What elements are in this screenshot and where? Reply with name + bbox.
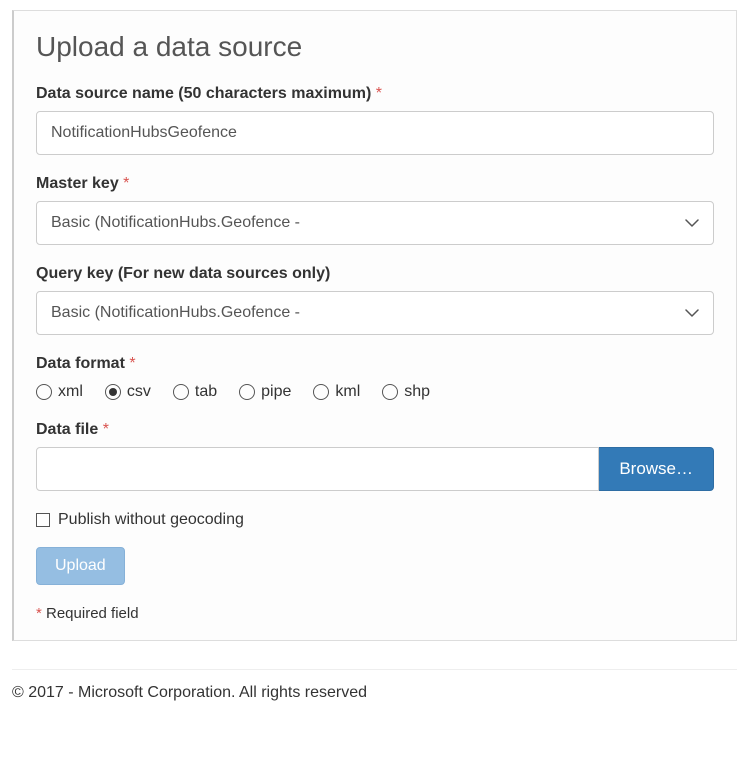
required-star: * bbox=[376, 85, 382, 102]
publish-without-geocoding-checkbox[interactable]: Publish without geocoding bbox=[36, 511, 714, 529]
query-key-label: Query key (For new data sources only) bbox=[36, 265, 714, 283]
master-key-group: Master key * Basic (NotificationHubs.Geo… bbox=[36, 175, 714, 245]
radio-icon bbox=[36, 384, 52, 400]
browse-button[interactable]: Browse… bbox=[599, 447, 714, 491]
upload-panel: Upload a data source Data source name (5… bbox=[12, 10, 737, 641]
master-key-select[interactable]: Basic (NotificationHubs.Geofence - bbox=[36, 201, 714, 245]
master-key-label: Master key * bbox=[36, 175, 714, 193]
query-key-select[interactable]: Basic (NotificationHubs.Geofence - bbox=[36, 291, 714, 335]
radio-csv[interactable]: csv bbox=[105, 383, 151, 401]
data-source-name-input[interactable]: NotificationHubsGeofence bbox=[36, 111, 714, 155]
page-title: Upload a data source bbox=[36, 31, 714, 63]
radio-icon bbox=[313, 384, 329, 400]
footer-divider bbox=[12, 669, 737, 670]
data-format-radio-row: xml csv tab pipe kml shp bbox=[36, 383, 714, 401]
radio-pipe[interactable]: pipe bbox=[239, 383, 291, 401]
data-file-input[interactable] bbox=[36, 447, 599, 491]
radio-icon bbox=[105, 384, 121, 400]
required-star: * bbox=[123, 175, 129, 192]
required-field-note: * Required field bbox=[36, 605, 714, 622]
checkbox-icon bbox=[36, 513, 50, 527]
required-star: * bbox=[129, 355, 135, 372]
query-key-group: Query key (For new data sources only) Ba… bbox=[36, 265, 714, 335]
radio-icon bbox=[382, 384, 398, 400]
required-star: * bbox=[103, 421, 109, 438]
radio-xml[interactable]: xml bbox=[36, 383, 83, 401]
data-file-group: Data file * Browse… bbox=[36, 421, 714, 491]
data-format-label: Data format * bbox=[36, 355, 714, 373]
data-format-group: Data format * xml csv tab pipe kml bbox=[36, 355, 714, 401]
chevron-down-icon bbox=[685, 216, 699, 230]
footer-copyright: © 2017 - Microsoft Corporation. All righ… bbox=[12, 684, 737, 702]
radio-icon bbox=[173, 384, 189, 400]
chevron-down-icon bbox=[685, 306, 699, 320]
checkbox-label: Publish without geocoding bbox=[58, 511, 244, 529]
radio-tab[interactable]: tab bbox=[173, 383, 217, 401]
radio-shp[interactable]: shp bbox=[382, 383, 430, 401]
radio-kml[interactable]: kml bbox=[313, 383, 360, 401]
data-file-row: Browse… bbox=[36, 447, 714, 491]
radio-icon bbox=[239, 384, 255, 400]
data-source-name-group: Data source name (50 characters maximum)… bbox=[36, 85, 714, 155]
data-source-name-label: Data source name (50 characters maximum)… bbox=[36, 85, 714, 103]
upload-button[interactable]: Upload bbox=[36, 547, 125, 585]
data-file-label: Data file * bbox=[36, 421, 714, 439]
